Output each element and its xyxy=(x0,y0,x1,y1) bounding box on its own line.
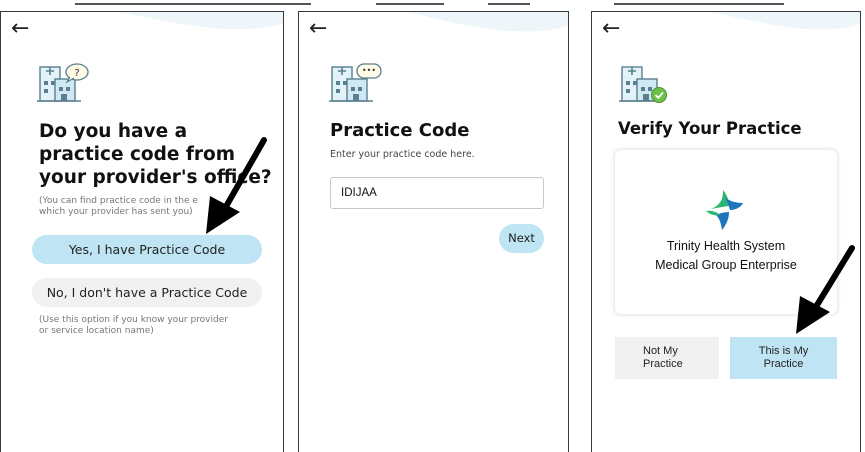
cropped-top-line xyxy=(488,3,530,5)
screen-enter-practice-code: ← ••• Practice Code Enter your practice … xyxy=(298,11,569,452)
practice-code-input[interactable]: IDIJAA xyxy=(330,177,544,209)
cropped-top-line xyxy=(614,3,784,5)
annotation-arrow xyxy=(206,137,267,234)
next-button[interactable]: Next xyxy=(499,224,544,253)
trinity-health-logo xyxy=(706,190,743,230)
hint-text: (You can find practice code in the e whi… xyxy=(39,196,198,217)
back-arrow-icon[interactable]: ← xyxy=(602,18,620,40)
hospital-check-icon xyxy=(619,66,667,103)
no-practice-code-button[interactable]: No, I don't have a Practice Code xyxy=(32,278,262,307)
no-code-note: (Use this option if you know your provid… xyxy=(39,315,228,336)
page-title: Verify Your Practice xyxy=(618,119,802,138)
svg-text:?: ? xyxy=(74,68,79,79)
cropped-top-line xyxy=(376,3,444,5)
screen-verify-practice: ← Verify Your Practice Trinity Health Sy… xyxy=(591,11,861,452)
cropped-top-line xyxy=(75,3,311,5)
header-wave-decoration xyxy=(711,12,860,30)
annotation-arrow xyxy=(796,245,855,334)
not-my-practice-button[interactable]: Not My Practice xyxy=(615,337,719,379)
header-wave-decoration xyxy=(120,12,283,30)
back-arrow-icon[interactable]: ← xyxy=(11,18,29,40)
hospital-chat-icon: ••• xyxy=(329,63,382,102)
this-is-my-practice-button[interactable]: This is My Practice xyxy=(730,337,837,379)
back-arrow-icon[interactable]: ← xyxy=(309,18,327,40)
page-subtitle: Enter your practice code here. xyxy=(330,149,475,160)
header-wave-decoration xyxy=(408,12,568,32)
hospital-question-icon: ? xyxy=(37,63,89,102)
screen-practice-code-question: ← ? Do you have a practice code from you… xyxy=(0,11,284,452)
svg-text:•••: ••• xyxy=(362,66,376,75)
page-title: Practice Code xyxy=(330,120,470,141)
